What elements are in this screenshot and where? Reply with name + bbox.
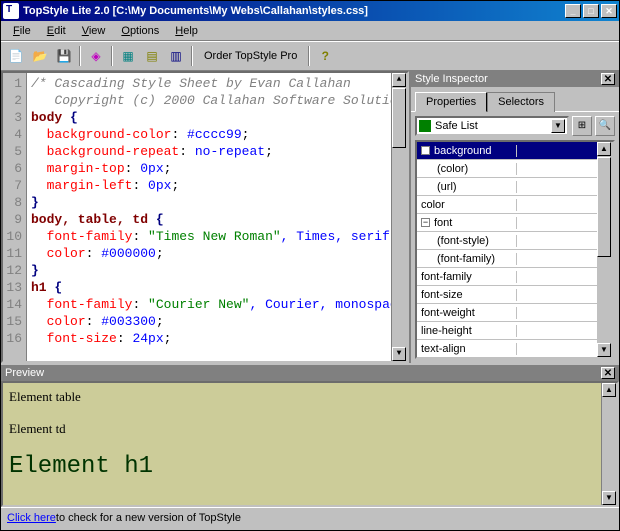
prop-row-font-family[interactable]: font-family <box>417 268 597 286</box>
dropdown-value: Safe List <box>435 120 478 132</box>
help-button[interactable]: ? <box>314 45 336 67</box>
separator <box>79 46 81 66</box>
code-content[interactable]: /* Cascading Style Sheet by Evan Callaha… <box>27 73 391 361</box>
scroll-thumb[interactable] <box>392 88 406 148</box>
prop-row-font[interactable]: −font <box>417 214 597 232</box>
separator <box>308 46 310 66</box>
menu-file[interactable]: File <box>5 23 39 39</box>
preview-element-td: Element td <box>9 421 595 437</box>
preview-element-table: Element table <box>9 389 595 405</box>
inspector-close-button[interactable]: ✕ <box>601 73 615 85</box>
search-button[interactable]: 🔍 <box>595 116 615 136</box>
prop-row-font-weight[interactable]: font-weight <box>417 304 597 322</box>
prop-row[interactable]: (url) <box>417 178 597 196</box>
new-file-button[interactable]: 📄 <box>5 45 27 67</box>
inspector-titlebar: Style Inspector ✕ <box>411 71 619 87</box>
scroll-up-icon[interactable]: ▲ <box>392 73 406 87</box>
update-check-link[interactable]: Click here <box>7 512 56 524</box>
prop-row[interactable]: (font-family) <box>417 250 597 268</box>
prop-row-text-align[interactable]: text-align <box>417 340 597 358</box>
statusbar: Click here to check for a new version of… <box>1 507 619 527</box>
tag-button[interactable]: ◈ <box>85 45 107 67</box>
scroll-down-icon[interactable]: ▼ <box>602 491 616 505</box>
collapse-icon[interactable]: − <box>421 218 430 227</box>
chevron-down-icon[interactable]: ▼ <box>551 119 565 133</box>
preview-scrollbar[interactable]: ▲ ▼ <box>601 383 617 505</box>
menu-options[interactable]: Options <box>113 23 167 39</box>
scroll-thumb[interactable] <box>597 157 611 257</box>
safelist-dropdown[interactable]: Safe List ▼ <box>415 116 569 136</box>
tab-properties[interactable]: Properties <box>415 92 487 112</box>
inspector-title-text: Style Inspector <box>415 73 488 85</box>
collapse-icon[interactable]: − <box>421 146 430 155</box>
toolbar: 📄 📂 💾 ◈ ▦ ▤ ▥ Order TopStyle Pro ? <box>1 41 619 71</box>
minimize-button[interactable]: _ <box>565 4 581 18</box>
tool-b-button[interactable]: ▤ <box>141 45 163 67</box>
preview-titlebar: Preview ✕ <box>1 363 619 381</box>
prop-row-background[interactable]: −background <box>417 142 597 160</box>
save-file-button[interactable]: 💾 <box>53 45 75 67</box>
tool-a-button[interactable]: ▦ <box>117 45 139 67</box>
scroll-down-icon[interactable]: ▼ <box>597 343 611 357</box>
preview-close-button[interactable]: ✕ <box>601 367 615 379</box>
status-text: to check for a new version of TopStyle <box>56 512 241 524</box>
open-file-button[interactable]: 📂 <box>29 45 51 67</box>
prop-row[interactable]: (color) <box>417 160 597 178</box>
maximize-button[interactable]: □ <box>583 4 599 18</box>
safelist-icon <box>419 120 431 132</box>
preview-title-text: Preview <box>5 367 44 379</box>
grid-view-button[interactable]: ⊞ <box>572 116 592 136</box>
prop-row-font-size[interactable]: font-size <box>417 286 597 304</box>
menu-view[interactable]: View <box>74 23 114 39</box>
scroll-up-icon[interactable]: ▲ <box>602 383 616 397</box>
close-button[interactable]: ✕ <box>601 4 617 18</box>
prop-row-color[interactable]: color <box>417 196 597 214</box>
window-title: TopStyle Lite 2.0 [C:\My Documents\My We… <box>23 5 565 17</box>
preview-pane: Element table Element td Element h1 ▲ ▼ <box>1 381 619 507</box>
prop-row[interactable]: (font-style) <box>417 232 597 250</box>
separator <box>191 46 193 66</box>
window-titlebar: TopStyle Lite 2.0 [C:\My Documents\My We… <box>1 1 619 21</box>
code-editor[interactable]: 12345678910111213141516 /* Cascading Sty… <box>1 71 409 363</box>
app-icon <box>3 3 19 19</box>
preview-element-h1: Element h1 <box>9 453 595 480</box>
tool-c-button[interactable]: ▥ <box>165 45 187 67</box>
line-gutter: 12345678910111213141516 <box>3 73 27 361</box>
editor-scrollbar-vertical[interactable]: ▲ ▼ <box>391 73 407 361</box>
order-topstyle-button[interactable]: Order TopStyle Pro <box>197 47 304 65</box>
inspector-tabs: Properties Selectors <box>411 87 619 111</box>
prop-row-line-height[interactable]: line-height <box>417 322 597 340</box>
property-grid[interactable]: −background (color) (url) color −font (f… <box>415 140 615 359</box>
menu-edit[interactable]: Edit <box>39 23 74 39</box>
preview-content: Element table Element td Element h1 <box>3 383 601 505</box>
menubar: File Edit View Options Help <box>1 21 619 41</box>
menu-help[interactable]: Help <box>167 23 206 39</box>
scroll-down-icon[interactable]: ▼ <box>392 347 406 361</box>
separator <box>111 46 113 66</box>
scroll-up-icon[interactable]: ▲ <box>597 142 611 156</box>
tab-selectors[interactable]: Selectors <box>487 92 555 112</box>
style-inspector-panel: Style Inspector ✕ Properties Selectors S… <box>409 71 619 363</box>
inspector-scrollbar[interactable]: ▲ ▼ <box>597 142 613 357</box>
